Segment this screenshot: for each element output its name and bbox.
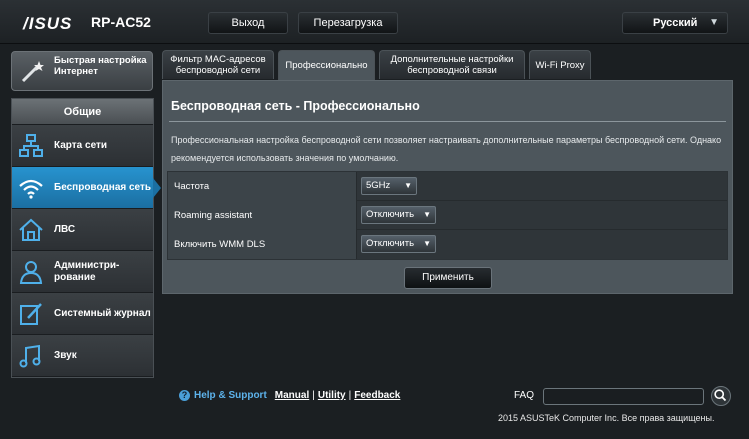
sidebar: Общие Карта сети Беспроводная сеть ЛВС А… — [11, 98, 154, 378]
tab-professional[interactable]: Профессионально — [278, 50, 375, 80]
network-map-icon — [19, 134, 43, 157]
sidebar-item-lan[interactable]: ЛВС — [12, 209, 153, 251]
chevron-down-icon: ▼ — [423, 239, 431, 248]
help-icon: ? — [179, 390, 190, 401]
roaming-label: Roaming assistant — [168, 201, 357, 230]
frequency-label: Частота — [168, 172, 357, 201]
title-divider — [169, 121, 726, 122]
manual-link[interactable]: Manual — [275, 390, 309, 401]
wifi-icon — [19, 179, 43, 199]
help-support-label: Help & Support — [194, 390, 267, 401]
reboot-button[interactable]: Перезагрузка — [298, 12, 398, 34]
sidebar-item-label: Системный журнал — [54, 308, 151, 319]
home-icon — [19, 218, 43, 241]
apply-button[interactable]: Применить — [404, 267, 492, 289]
wmm-dls-select[interactable]: Отключить ▼ — [361, 235, 436, 253]
sidebar-item-sound[interactable]: Звук — [12, 335, 153, 377]
quick-setup-label: Быстрая настройка Интернет — [54, 55, 147, 77]
language-value: Русский — [653, 17, 698, 29]
music-note-icon — [19, 344, 41, 368]
wmm-dls-value: Отключить — [366, 238, 415, 249]
log-edit-icon — [20, 303, 42, 325]
language-select[interactable]: Русский ▼ — [622, 12, 728, 34]
sidebar-item-network-map[interactable]: Карта сети — [12, 125, 153, 167]
model-name: RP-AC52 — [91, 14, 151, 30]
link-separator: | — [348, 390, 352, 401]
utility-link[interactable]: Utility — [318, 390, 346, 401]
faq-label: FAQ — [514, 390, 535, 401]
settings-table: Частота 5GHz ▼ Roaming assistant Отключи… — [167, 171, 728, 260]
tab-mac-filter[interactable]: Фильтр MAC-адресов беспроводной сети — [162, 50, 274, 79]
top-bar: /ISUS RP-AC52 Выход Перезагрузка Русский… — [0, 0, 749, 44]
brand-logo: /ISUS — [23, 14, 73, 33]
sidebar-item-wireless[interactable]: Беспроводная сеть — [12, 167, 153, 209]
sidebar-item-administration[interactable]: Администри-рование — [12, 251, 153, 293]
faq-search-button[interactable] — [711, 386, 731, 406]
wmm-dls-label: Включить WMM DLS — [168, 230, 357, 259]
roaming-assistant-select[interactable]: Отключить ▼ — [361, 206, 436, 224]
sidebar-section-title: Общие — [12, 99, 153, 125]
sidebar-item-label: Беспроводная сеть — [54, 182, 152, 193]
sidebar-item-system-log[interactable]: Системный журнал — [12, 293, 153, 335]
sidebar-item-label: Звук — [54, 350, 77, 361]
search-icon — [714, 389, 727, 402]
settings-row-roaming: Roaming assistant Отключить ▼ — [168, 201, 727, 230]
help-links: ? Help & Support Manual | Utility | Feed… — [179, 390, 400, 401]
chevron-down-icon: ▼ — [709, 17, 719, 28]
chevron-down-icon: ▼ — [404, 181, 412, 190]
logout-button[interactable]: Выход — [208, 12, 288, 34]
settings-row-frequency: Частота 5GHz ▼ — [168, 172, 727, 201]
frequency-select[interactable]: 5GHz ▼ — [361, 177, 417, 195]
sidebar-item-label: Карта сети — [54, 140, 108, 151]
frequency-value: 5GHz — [366, 180, 391, 191]
admin-user-icon — [19, 261, 43, 284]
chevron-down-icon: ▼ — [423, 210, 431, 219]
feedback-link[interactable]: Feedback — [354, 390, 400, 401]
tab-advanced-wireless[interactable]: Дополнительные настройки беспроводной св… — [379, 50, 525, 79]
page-title: Беспроводная сеть - Профессионально — [171, 99, 420, 113]
active-item-pointer — [153, 178, 161, 198]
sidebar-item-label: ЛВС — [54, 224, 76, 235]
faq-search-input[interactable] — [543, 388, 704, 405]
link-separator: | — [312, 390, 315, 401]
settings-row-wmm-dls: Включить WMM DLS Отключить ▼ — [168, 230, 727, 259]
page-description: Профессиональная настройка беспроводной … — [171, 135, 722, 163]
quick-internet-setup-button[interactable]: Быстрая настройка Интернет — [11, 51, 153, 91]
copyright-text: 2015 ASUSTeK Computer Inc. Все права защ… — [498, 413, 715, 423]
content-panel: Беспроводная сеть - Профессионально Проф… — [162, 80, 733, 294]
roaming-value: Отключить — [366, 209, 415, 220]
magic-wand-icon — [21, 61, 44, 83]
sidebar-item-label: Администри-рование — [54, 260, 120, 283]
tab-wifi-proxy[interactable]: Wi-Fi Proxy — [529, 50, 591, 79]
